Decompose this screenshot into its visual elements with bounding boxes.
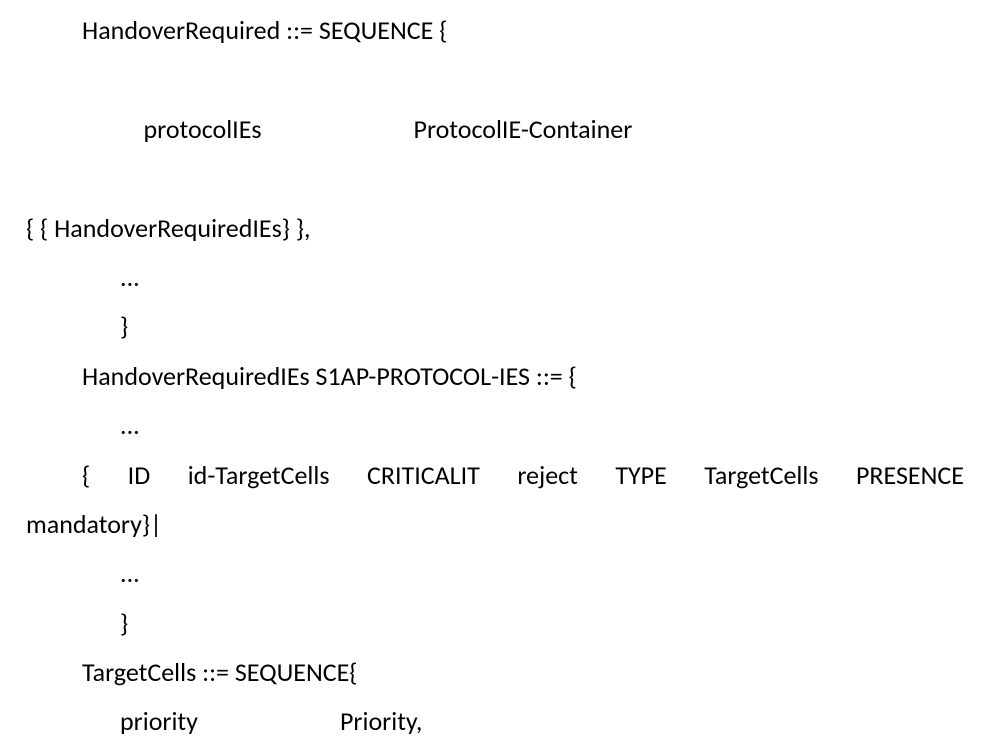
code-line: protocolIEsProtocolIE-Container [0,55,1000,203]
code-line: { { HandoverRequiredIEs} }, [0,204,1000,253]
code-line: ... [0,401,1000,450]
field-name: protocolIEs [144,105,414,154]
code-line: } [0,302,1000,351]
ie-keyword-presence: PRESENCE [856,451,964,500]
code-line: TargetCells ::= SEQUENCE{ [0,648,1000,697]
ie-definition-line: { ID id-TargetCells CRITICALIT reject TY… [0,451,1000,500]
code-line: ... [0,253,1000,302]
code-line: priorityPriority, [0,697,1000,746]
ie-id-value: id-TargetCells [188,451,330,500]
code-line: HandoverRequired ::= SEQUENCE { [0,6,1000,55]
code-line: } [0,599,1000,648]
ie-type-value: TargetCells [704,451,818,500]
asn1-definition-block: HandoverRequired ::= SEQUENCE { protocol… [0,0,1000,747]
code-line: HandoverRequiredIEs S1AP-PROTOCOL-IES ::… [0,352,1000,401]
field-name: priority [120,697,340,746]
ie-criticality-value: reject [517,451,578,500]
ie-keyword-criticality: CRITICALIT [367,451,480,500]
brace-open: { [82,451,90,500]
field-type: Priority, [340,697,422,746]
code-line: ... [0,549,1000,598]
code-line: mandatory}| [0,500,1000,549]
ie-keyword-type: TYPE [615,451,666,500]
field-type: ProtocolIE-Container [414,113,633,145]
ie-keyword-id: ID [128,451,151,500]
